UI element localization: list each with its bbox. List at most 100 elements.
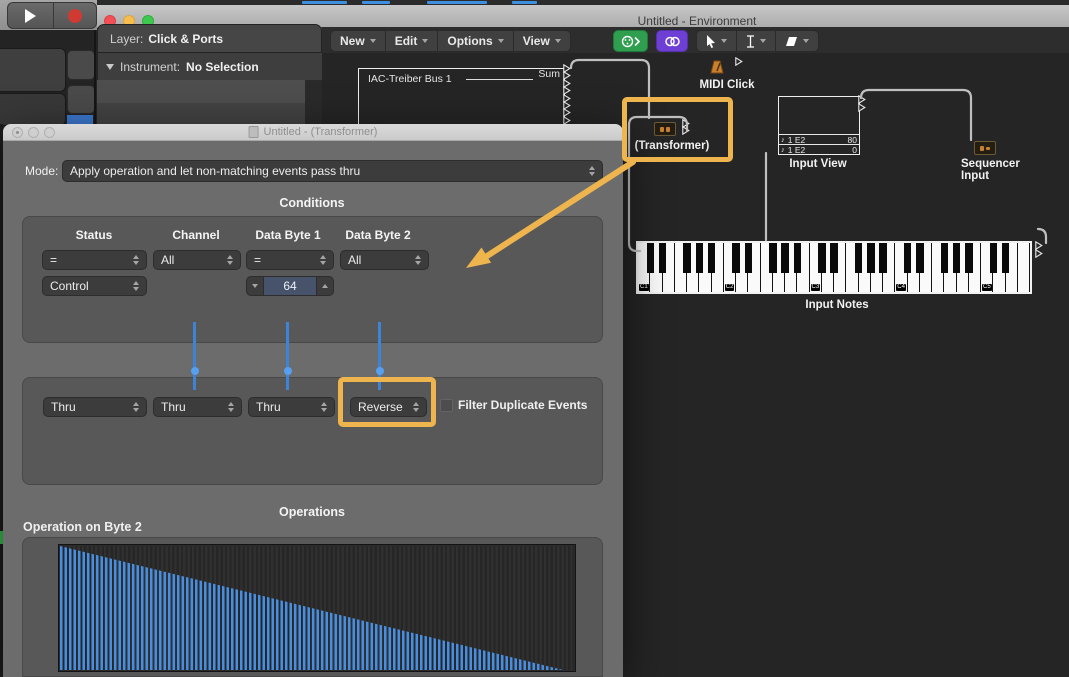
updown-chevron-icon bbox=[227, 255, 233, 265]
instrument-list-row bbox=[97, 80, 305, 103]
black-key[interactable] bbox=[879, 243, 887, 273]
black-key[interactable] bbox=[916, 243, 924, 273]
eraser-tool-button[interactable] bbox=[776, 31, 818, 51]
updown-chevron-icon bbox=[228, 402, 234, 412]
black-key[interactable] bbox=[683, 243, 691, 273]
connector-line bbox=[193, 322, 196, 390]
data-byte-1-value-stepper[interactable]: 64 bbox=[246, 276, 334, 296]
screen: Untitled - Environment New Edit Options … bbox=[0, 0, 1069, 677]
mode-select[interactable]: Apply operation and let non-matching eve… bbox=[62, 160, 603, 182]
status-type-select[interactable]: Control bbox=[42, 276, 147, 296]
col-header-status: Status bbox=[75, 228, 113, 242]
black-key[interactable] bbox=[695, 243, 703, 273]
octave-label: C3 bbox=[810, 284, 821, 291]
zoom-button[interactable] bbox=[44, 127, 55, 138]
sequencer-input-icon[interactable] bbox=[974, 141, 996, 155]
operation-on-byte-2-label: Operation on Byte 2 bbox=[23, 520, 142, 534]
text-tool-button[interactable] bbox=[737, 31, 776, 51]
layer-header[interactable]: Layer: Click & Ports bbox=[97, 24, 322, 53]
col-header-channel: Channel bbox=[172, 228, 220, 242]
midi-plug-icon bbox=[621, 35, 640, 47]
data-byte-2-condition-select[interactable]: All bbox=[340, 250, 429, 270]
minimize-button[interactable] bbox=[28, 127, 39, 138]
black-key[interactable] bbox=[781, 243, 789, 273]
operation-data-byte-1-select[interactable]: Thru bbox=[248, 397, 335, 417]
menu-options[interactable]: Options bbox=[438, 31, 514, 51]
transformer-window[interactable]: Untitled - (Transformer) Mode: Apply ope… bbox=[3, 124, 623, 677]
updown-chevron-icon bbox=[133, 255, 139, 265]
filter-duplicate-events-label: Filter Duplicate Events bbox=[458, 398, 588, 412]
black-key[interactable] bbox=[732, 243, 740, 273]
menu-group: New Edit Options View bbox=[330, 30, 571, 52]
byte2-map-graph[interactable] bbox=[58, 544, 576, 672]
black-key[interactable] bbox=[646, 243, 654, 273]
black-key[interactable] bbox=[867, 243, 875, 273]
menu-new[interactable]: New bbox=[331, 31, 386, 51]
black-key[interactable] bbox=[903, 243, 912, 273]
background-panel bbox=[0, 93, 66, 126]
octave-label: C1 bbox=[639, 284, 649, 291]
port-icon bbox=[858, 102, 866, 112]
instrument-header[interactable]: Instrument: No Selection bbox=[97, 53, 322, 80]
pointer-tool-button[interactable] bbox=[697, 31, 737, 51]
input-view-rows: ♪ 1 E2 80 ♪ 1 E2 0 bbox=[779, 134, 859, 155]
operation-status-select[interactable]: Thru bbox=[43, 397, 147, 417]
menu-view[interactable]: View bbox=[514, 31, 570, 51]
link-icon bbox=[664, 36, 680, 46]
record-button[interactable] bbox=[53, 2, 97, 29]
operations-selects-panel bbox=[22, 377, 603, 485]
channel-condition-select[interactable]: All bbox=[153, 250, 241, 270]
white-key[interactable] bbox=[1017, 243, 1030, 292]
chevron-down-icon bbox=[803, 39, 809, 43]
lcd-fragment bbox=[512, 1, 537, 4]
record-icon bbox=[68, 8, 82, 23]
black-key[interactable] bbox=[769, 243, 777, 273]
black-key[interactable] bbox=[854, 243, 863, 273]
black-key[interactable] bbox=[658, 243, 667, 273]
close-button[interactable] bbox=[12, 127, 23, 138]
black-key[interactable] bbox=[965, 243, 973, 273]
iac-bus-ports[interactable] bbox=[563, 64, 571, 125]
chevron-down-icon bbox=[760, 39, 766, 43]
input-notes-ports[interactable] bbox=[1035, 241, 1043, 258]
black-key[interactable] bbox=[989, 243, 997, 273]
stepper-down[interactable] bbox=[247, 277, 263, 295]
black-key[interactable] bbox=[1001, 243, 1010, 273]
col-header-data-byte-1: Data Byte 1 bbox=[255, 228, 321, 242]
input-view-object[interactable]: ♪ 1 E2 80 ♪ 1 E2 0 bbox=[778, 96, 860, 155]
play-icon bbox=[25, 8, 36, 23]
input-notes-keyboard[interactable]: C1 C2 C3 C4 C5 bbox=[636, 241, 1032, 294]
stepper-value[interactable]: 64 bbox=[263, 277, 317, 295]
black-key[interactable] bbox=[830, 243, 838, 273]
scrollbar-track[interactable] bbox=[305, 80, 322, 124]
layer-value: Click & Ports bbox=[148, 31, 224, 46]
black-key[interactable] bbox=[940, 243, 948, 273]
play-button[interactable] bbox=[7, 2, 53, 29]
black-key[interactable] bbox=[818, 243, 826, 273]
black-key[interactable] bbox=[793, 243, 801, 273]
iac-bus-object[interactable]: IAC-Treiber Bus 1 Sum bbox=[358, 68, 565, 127]
environment-menubar: New Edit Options View bbox=[322, 27, 1069, 53]
stepper-up[interactable] bbox=[317, 277, 333, 295]
chevron-down-icon bbox=[422, 39, 429, 43]
operation-channel-select[interactable]: Thru bbox=[153, 397, 242, 417]
transformer-titlebar[interactable]: Untitled - (Transformer) bbox=[3, 124, 623, 141]
black-key[interactable] bbox=[952, 243, 961, 273]
metronome-icon[interactable] bbox=[710, 60, 724, 74]
midi-out-button[interactable] bbox=[613, 30, 648, 52]
black-key[interactable] bbox=[707, 243, 716, 273]
black-key[interactable] bbox=[744, 243, 752, 273]
status-condition-select[interactable]: = bbox=[42, 250, 147, 270]
midi-click-port[interactable] bbox=[735, 57, 743, 67]
updown-chevron-icon bbox=[415, 255, 421, 265]
data-byte-1-condition-select[interactable]: = bbox=[246, 250, 334, 270]
updown-chevron-icon bbox=[133, 402, 139, 412]
background-selection bbox=[67, 115, 93, 124]
link-button[interactable] bbox=[656, 30, 688, 52]
sequencer-input-label: Sequencer Input bbox=[961, 158, 1020, 182]
filter-duplicate-events-checkbox[interactable] bbox=[440, 399, 453, 412]
input-view-ports[interactable] bbox=[858, 95, 866, 112]
window-title: Untitled - (Transformer) bbox=[248, 126, 377, 138]
menu-edit[interactable]: Edit bbox=[386, 31, 439, 51]
layer-label: Layer: bbox=[110, 31, 144, 46]
